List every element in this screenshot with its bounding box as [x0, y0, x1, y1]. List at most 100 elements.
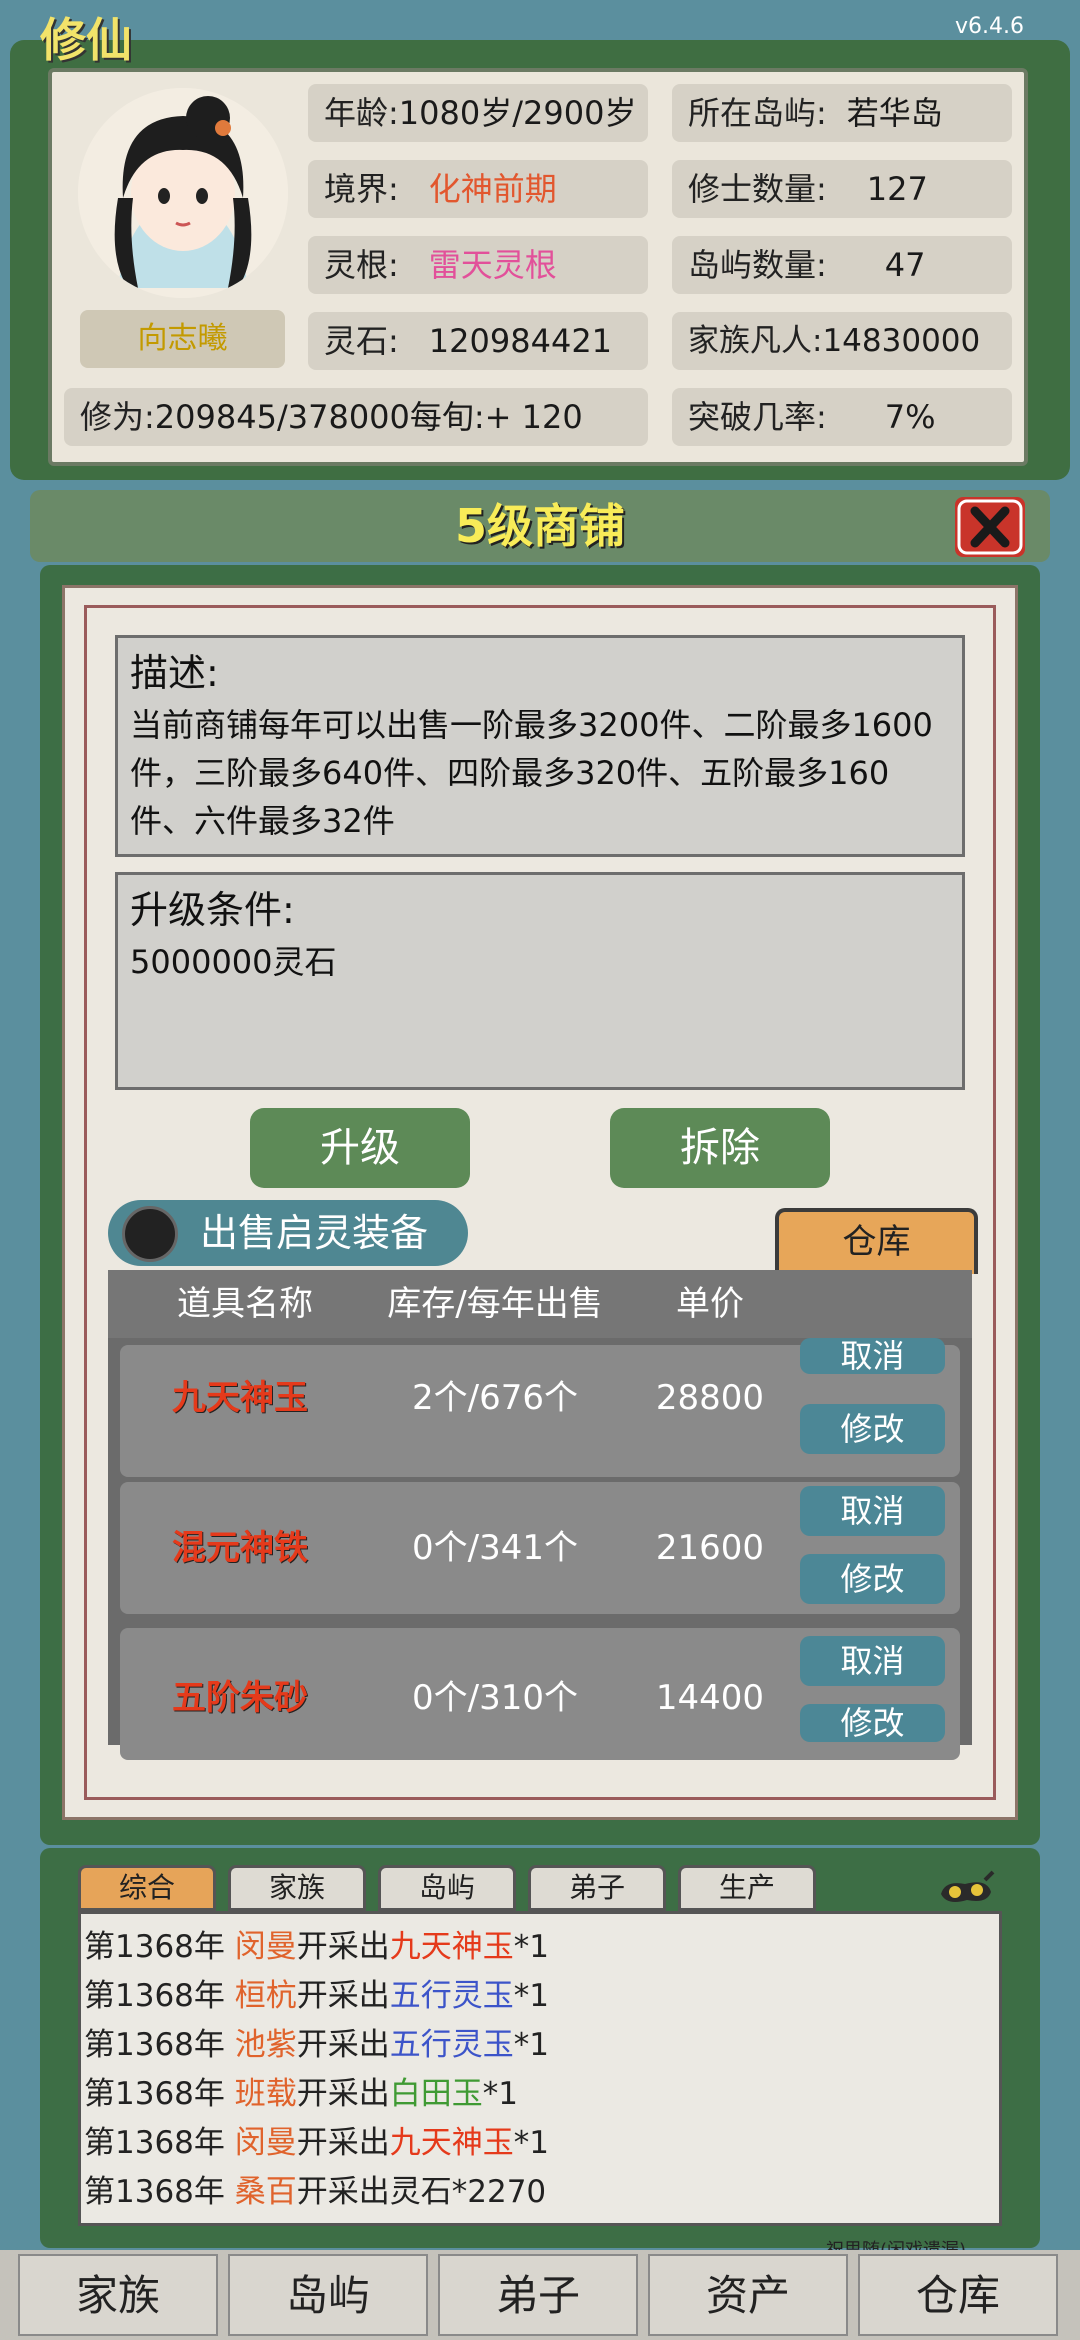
log-verb: 开采出 — [296, 1929, 390, 1965]
spirit-root-stat: 灵根: 雷天灵根 — [308, 236, 648, 294]
demolish-button[interactable]: 拆除 — [610, 1108, 830, 1188]
upgrade-button[interactable]: 升级 — [250, 1108, 470, 1188]
log-item: 五行灵玉 — [389, 1978, 514, 2014]
column-stock: 库存/每年出售 — [387, 1284, 603, 1324]
realm-value: 化神前期 — [428, 170, 557, 208]
nav-warehouse[interactable]: 仓库 — [858, 2254, 1058, 2336]
close-button[interactable] — [955, 497, 1025, 557]
log-year: 第1368年 — [84, 2076, 225, 2112]
item-price: 28800 — [655, 1378, 765, 1418]
log-year: 第1368年 — [84, 1929, 225, 1965]
nav-assets[interactable]: 资产 — [648, 2254, 848, 2336]
goggles-icon — [941, 1870, 995, 1902]
log-verb: 开采出 — [296, 2027, 390, 2063]
log-tab-general[interactable]: 综合 — [78, 1865, 216, 1911]
game-logo: 修仙 — [40, 13, 132, 67]
list-item: 第1368年 池紫开采出五行灵玉*1 — [84, 2021, 549, 2070]
log-verb: 开采出 — [296, 1978, 390, 2014]
log-year: 第1368年 — [84, 2174, 225, 2210]
log-verb: 开采出 — [296, 2174, 390, 2210]
log-person: 桓杭 — [234, 1978, 297, 2014]
log-count: *1 — [513, 2027, 549, 2063]
age-label: 年龄: — [324, 94, 399, 132]
item-stock: 0个/310个 — [412, 1678, 578, 1718]
island-count-label: 岛屿数量: — [688, 246, 827, 284]
cancel-button[interactable]: 取消 — [800, 1636, 945, 1686]
spirit-stone-value: 120984421 — [428, 322, 613, 360]
item-name: 五阶朱砂 — [172, 1678, 308, 1718]
cancel-button[interactable]: 取消 — [800, 1338, 945, 1374]
edit-button[interactable]: 修改 — [800, 1404, 945, 1454]
upgrade-condition-text: 5000000灵石 — [130, 943, 337, 981]
log-count: *1 — [482, 2076, 518, 2112]
spirit-stone-label: 灵石: — [324, 322, 399, 360]
log-year: 第1368年 — [84, 2027, 225, 2063]
log-tab-disciple[interactable]: 弟子 — [528, 1865, 666, 1911]
log-tab-family[interactable]: 家族 — [228, 1865, 366, 1911]
log-settings-button[interactable] — [935, 1870, 997, 1910]
cultivation-value: 209845/378000每旬:+ 120 — [154, 398, 583, 436]
realm-stat: 境界: 化神前期 — [308, 160, 648, 218]
island-count-value: 47 — [884, 246, 926, 284]
edit-button[interactable]: 修改 — [800, 1554, 945, 1604]
sell-spirit-equipment-label: 出售启灵装备 — [200, 1211, 429, 1255]
character-name[interactable]: 向志曦 — [80, 310, 285, 368]
log-person: 池紫 — [234, 2027, 297, 2063]
cultivator-count-value: 127 — [866, 170, 928, 208]
nav-family[interactable]: 家族 — [18, 2254, 218, 2336]
character-avatar[interactable] — [78, 88, 288, 298]
mortal-stat: 家族凡人:14830000 — [672, 312, 1012, 370]
log-year: 第1368年 — [84, 1978, 225, 2014]
mortal-value: 14830000 — [822, 323, 981, 359]
log-tab-production[interactable]: 生产 — [678, 1865, 816, 1911]
log-verb: 开采出 — [296, 2125, 390, 2161]
description-title: 描述: — [130, 651, 219, 695]
item-name: 九天神玉 — [172, 1378, 308, 1418]
list-item: 第1368年 桑百开采出灵石*2270 — [84, 2168, 546, 2217]
cancel-button[interactable]: 取消 — [800, 1486, 945, 1536]
breakthrough-value: 7% — [884, 398, 936, 436]
version-label: v6.4.6 — [955, 14, 1024, 39]
cultivator-count-label: 修士数量: — [688, 170, 827, 208]
item-stock: 2个/676个 — [412, 1378, 578, 1418]
island-count-stat: 岛屿数量: 47 — [672, 236, 1012, 294]
island-value: 若华岛 — [846, 94, 943, 132]
nav-island[interactable]: 岛屿 — [228, 2254, 428, 2336]
list-item: 第1368年 闵曼开采出九天神玉*1 — [84, 2119, 549, 2168]
log-count: *1 — [513, 1929, 549, 1965]
spirit-stone-stat: 灵石: 120984421 — [308, 312, 648, 370]
avatar-portrait-icon — [78, 88, 288, 298]
close-icon — [957, 499, 1023, 555]
cultivation-stat: 修为:209845/378000每旬:+ 120 — [64, 388, 648, 446]
warehouse-tab[interactable]: 仓库 — [775, 1208, 978, 1274]
island-stat: 所在岛屿: 若华岛 — [672, 84, 1012, 142]
item-price: 21600 — [655, 1528, 765, 1568]
log-item: 九天神玉 — [389, 2125, 514, 2161]
log-verb: 开采出 — [296, 2076, 390, 2112]
mortal-label: 家族凡人: — [688, 323, 823, 359]
item-price: 14400 — [655, 1678, 765, 1718]
description-text: 当前商铺每年可以出售一阶最多3200件、二阶最多1600件，三阶最多640件、四… — [130, 706, 933, 840]
log-count: *1 — [513, 1978, 549, 2014]
upgrade-condition-title: 升级条件: — [130, 888, 295, 932]
column-item-name: 道具名称 — [177, 1284, 313, 1324]
nav-disciple[interactable]: 弟子 — [438, 2254, 638, 2336]
log-person: 班载 — [234, 2076, 297, 2112]
log-tab-island[interactable]: 岛屿 — [378, 1865, 516, 1911]
log-count: *2270 — [451, 2174, 547, 2210]
list-item: 第1368年 班载开采出白田玉*1 — [84, 2070, 518, 2119]
breakthrough-label: 突破几率: — [688, 398, 827, 436]
spirit-root-label: 灵根: — [324, 246, 399, 284]
list-item: 第1368年 闵曼开采出九天神玉*1 — [84, 1923, 549, 1972]
realm-label: 境界: — [324, 170, 399, 208]
log-person: 桑百 — [234, 2174, 297, 2210]
log-person: 闵曼 — [234, 2125, 297, 2161]
spirit-root-value: 雷天灵根 — [428, 246, 557, 284]
log-item: 五行灵玉 — [389, 2027, 514, 2063]
cultivation-label: 修为: — [80, 398, 155, 436]
age-stat: 年龄:1080岁/2900岁 — [308, 84, 648, 142]
description-box: 描述: 当前商铺每年可以出售一阶最多3200件、二阶最多1600件，三阶最多64… — [115, 635, 965, 857]
list-item: 第1368年 桓杭开采出五行灵玉*1 — [84, 1972, 549, 2021]
edit-button[interactable]: 修改 — [800, 1704, 945, 1742]
item-stock: 0个/341个 — [412, 1528, 578, 1568]
